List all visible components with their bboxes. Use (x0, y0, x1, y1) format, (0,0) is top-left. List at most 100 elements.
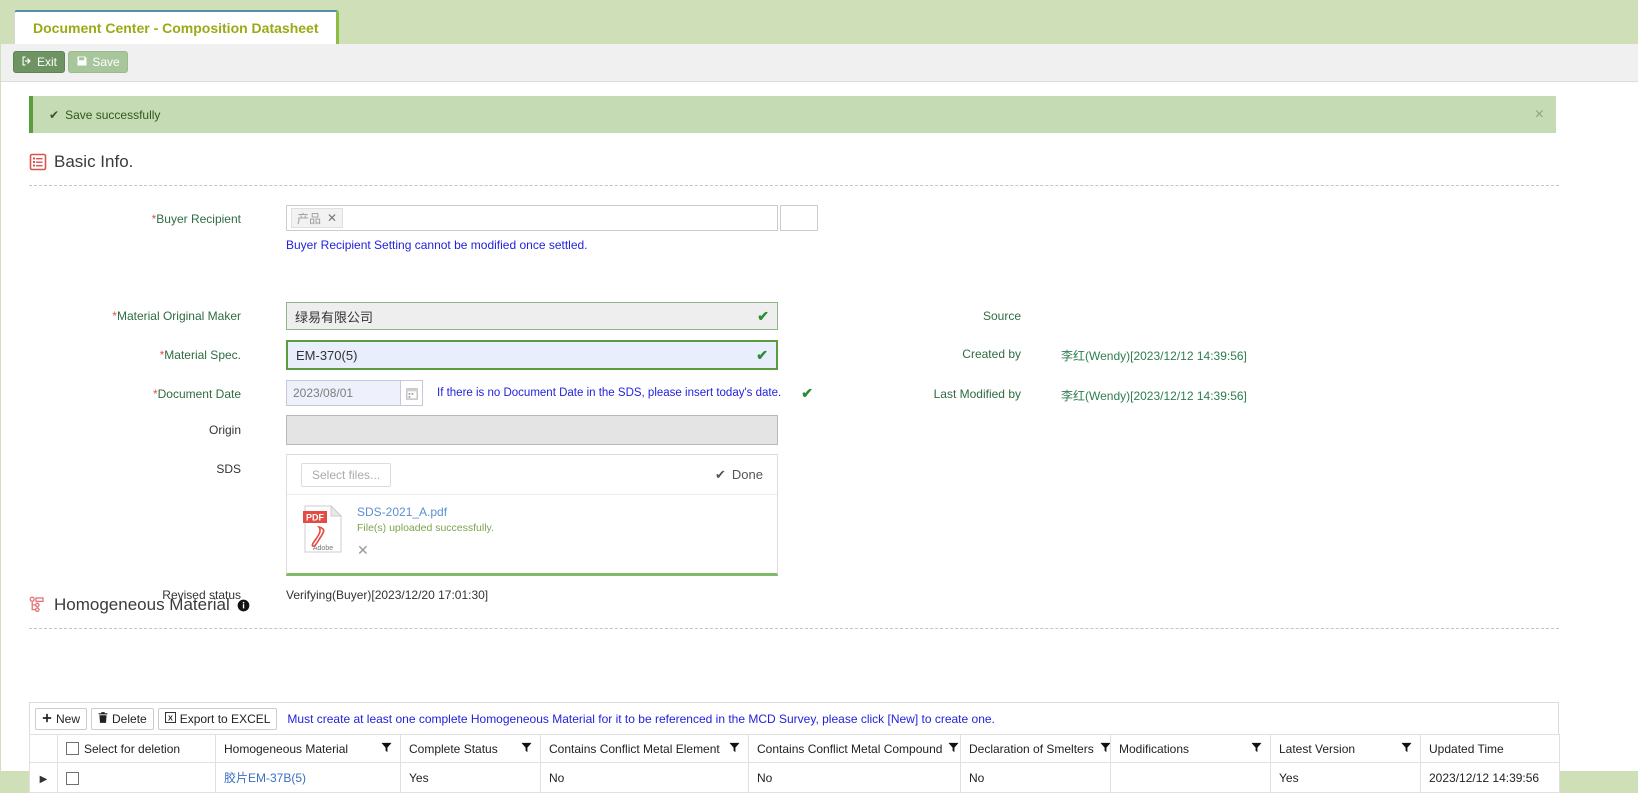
column-label: Declaration of Smelters (969, 741, 1094, 756)
document-date-hint: If there is no Document Date in the SDS,… (437, 387, 782, 399)
svg-text:PDF: PDF (306, 513, 325, 523)
exit-button[interactable]: Exit (13, 51, 66, 73)
exit-label: Exit (37, 55, 58, 69)
buyer-recipient-input[interactable]: 产品 ✕ (286, 205, 778, 231)
source-label: Source (982, 309, 1021, 323)
check-icon: ✔ (756, 346, 768, 363)
sds-uploader-header: Select files... ✔ Done (287, 455, 777, 495)
sds-done-label: Done (731, 467, 763, 482)
svg-text:Adobe: Adobe (313, 545, 333, 552)
cell-complete-status: Yes (400, 762, 541, 793)
homogeneous-material-header: Homogeneous Material (29, 595, 250, 615)
document-date-label: Document Date (61, 387, 241, 401)
close-icon[interactable]: ✕ (327, 211, 337, 225)
select-for-deletion-header: Select for deletion (57, 734, 216, 763)
filter-icon[interactable] (521, 742, 532, 756)
material-original-maker-value: 绿易有限公司 (295, 309, 374, 325)
tab-strip: Document Center - Composition Datasheet (0, 0, 1638, 44)
column-header-updated-time[interactable]: Updated Time (1420, 734, 1560, 763)
close-icon[interactable]: ✕ (357, 542, 369, 559)
buyer-recipient-extra-box[interactable] (780, 205, 818, 231)
filter-icon[interactable] (948, 742, 959, 756)
homogeneous-material-table: Select for deletion Homogeneous Material… (29, 734, 1560, 793)
created-by-label: Created by (962, 347, 1021, 361)
close-icon[interactable]: × (1535, 106, 1544, 123)
info-icon[interactable] (237, 599, 250, 612)
material-spec-label: Material Spec. (61, 348, 241, 362)
column-header-declaration-of-smelters[interactable]: Declaration of Smelters (960, 734, 1111, 763)
save-label: Save (92, 55, 120, 69)
column-header-complete-status[interactable]: Complete Status (400, 734, 541, 763)
row-expander[interactable]: ▶ (29, 762, 58, 793)
cell-latest-version: Yes (1270, 762, 1421, 793)
cell-modifications (1110, 762, 1271, 793)
column-header-homogeneous-material[interactable]: Homogeneous Material (215, 734, 401, 763)
material-original-maker-input[interactable]: 绿易有限公司 ✔ (286, 302, 778, 330)
triangle-right-icon[interactable]: ▶ (40, 774, 48, 785)
select-for-deletion-label: Select for deletion (84, 741, 181, 756)
sds-done-status: ✔ Done (715, 467, 763, 483)
plus-icon (42, 712, 52, 726)
material-spec-input[interactable]: EM-370(5) ✔ (286, 340, 778, 370)
svg-text:X: X (168, 713, 173, 722)
last-modified-by-label: Last Modified by (933, 387, 1021, 401)
pdf-file-icon: PDF Adobe (301, 504, 345, 553)
buyer-recipient-control: 产品 ✕ Buyer Recipient Setting cannot be m… (286, 205, 818, 252)
basic-info-header: Basic Info. (29, 152, 133, 172)
filter-icon[interactable] (1401, 742, 1412, 756)
calendar-icon[interactable] (401, 380, 423, 406)
sds-control: Select files... ✔ Done PDF Adobe SDS-202… (286, 454, 778, 576)
filter-icon[interactable] (1100, 742, 1110, 756)
trash-icon (98, 711, 108, 726)
material-spec-value: EM-370(5) (296, 347, 358, 363)
export-to-excel-button[interactable]: X Export to EXCEL (157, 707, 278, 730)
column-header-contains-conflict-metal-compound[interactable]: Contains Conflict Metal Compound (748, 734, 961, 763)
document-date-control: 2023/08/01 If there is no Document Date … (286, 380, 813, 406)
cell-updated-time: 2023/12/12 14:39:56 (1420, 762, 1560, 793)
table-row[interactable]: ▶ 胶片EM-37B(5) Yes No No No Yes 2023/12/1… (29, 762, 1560, 793)
material-original-maker-control: 绿易有限公司 ✔ (286, 302, 778, 330)
sds-file-name[interactable]: SDS-2021_A.pdf (357, 505, 447, 519)
check-icon: ✔ (801, 384, 813, 401)
check-icon: ✔ (49, 107, 60, 122)
last-modified-by-value: 李红(Wendy)[2023/12/12 14:39:56] (1061, 389, 1247, 403)
column-header-modifications[interactable]: Modifications (1110, 734, 1271, 763)
column-header-latest-version[interactable]: Latest Version (1270, 734, 1421, 763)
cell-declaration-of-smelters: No (960, 762, 1111, 793)
homogeneous-material-title: Homogeneous Material (54, 595, 230, 614)
sds-file-info: SDS-2021_A.pdf File(s) uploaded successf… (357, 505, 494, 559)
sds-file-row: PDF Adobe SDS-2021_A.pdf File(s) uploade… (287, 495, 777, 573)
basic-info-title: Basic Info. (54, 152, 134, 171)
filter-icon[interactable] (729, 742, 740, 756)
filter-icon[interactable] (381, 742, 392, 756)
table-header-row: Select for deletion Homogeneous Material… (29, 734, 1560, 763)
column-header-contains-conflict-metal-element[interactable]: Contains Conflict Metal Element (540, 734, 749, 763)
column-label: Complete Status (409, 741, 498, 756)
buyer-recipient-label: Buyer Recipient (61, 212, 241, 226)
basic-info-divider (29, 185, 1559, 186)
delete-button[interactable]: Delete (91, 707, 154, 730)
origin-control (286, 415, 778, 445)
row-select-cell[interactable] (57, 762, 216, 793)
created-by-value: 李红(Wendy)[2023/12/12 14:39:56] (1061, 349, 1247, 363)
origin-input[interactable] (286, 415, 778, 445)
tab-document-center-composition-datasheet[interactable]: Document Center - Composition Datasheet (14, 10, 340, 44)
filter-icon[interactable] (1251, 742, 1262, 756)
exit-icon (21, 55, 33, 70)
homogeneous-material-link[interactable]: 胶片EM-37B(5) (224, 771, 306, 785)
cell-homogeneous-material[interactable]: 胶片EM-37B(5) (215, 762, 401, 793)
select-all-checkbox[interactable] (66, 742, 79, 755)
select-files-button[interactable]: Select files... (301, 462, 392, 487)
material-spec-control: EM-370(5) ✔ (286, 340, 778, 370)
save-button[interactable]: Save (68, 51, 128, 73)
grid-toolbar: New Delete X Export to EXCEL Must create… (29, 702, 1559, 734)
list-document-icon (29, 153, 47, 171)
document-date-input[interactable]: 2023/08/01 (286, 380, 401, 406)
origin-label: Origin (208, 423, 241, 437)
row-checkbox[interactable] (66, 771, 79, 785)
delete-label: Delete (112, 711, 147, 726)
new-button[interactable]: New (35, 707, 88, 730)
sds-uploader: Select files... ✔ Done PDF Adobe SDS-202… (286, 454, 778, 576)
alert-message: Save successfully (65, 107, 161, 122)
check-icon: ✔ (757, 307, 769, 324)
